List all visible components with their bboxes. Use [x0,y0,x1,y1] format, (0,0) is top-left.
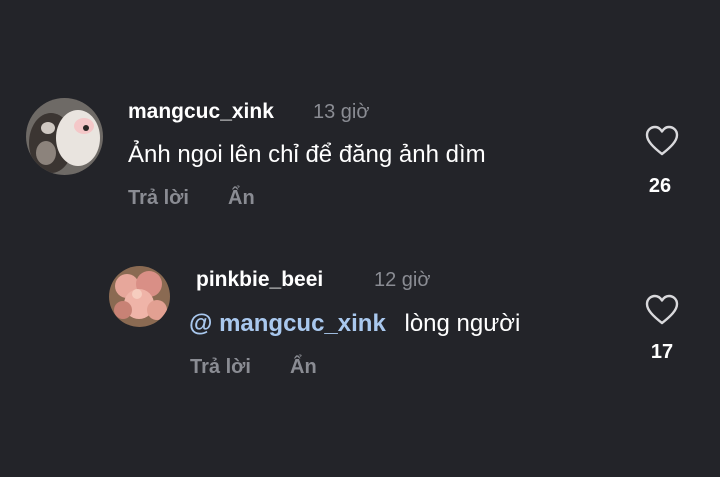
reply-button[interactable]: Trả lời [190,356,251,379]
like-count: 17 [650,341,674,363]
like-button[interactable] [645,125,679,157]
mention-link[interactable]: @ mangcuc_xink [189,310,386,337]
avatar[interactable] [26,98,103,175]
heart-outline-icon [645,294,679,325]
avatar[interactable] [109,266,170,327]
comment-item: mangcuc_xink 13 giờ Ảnh ngoi lên chỉ để … [0,0,720,230]
comment-timestamp: 12 giờ [374,269,431,291]
comment-timestamp: 13 giờ [313,101,370,123]
like-count: 26 [648,175,672,197]
comment-body: lòng người [404,310,521,337]
hide-button[interactable]: Ẩn [290,356,317,379]
comment-text: @ mangcuc_xink lòng người [189,310,520,338]
reply-button[interactable]: Trả lời [128,187,189,210]
comments-thread: mangcuc_xink 13 giờ Ảnh ngoi lên chỉ để … [0,0,720,477]
like-button[interactable] [645,294,679,326]
comment-username[interactable]: pinkbie_beei [196,268,323,292]
heart-outline-icon [645,125,679,156]
hide-button[interactable]: Ẩn [228,187,255,210]
comment-text: Ảnh ngoi lên chỉ để đăng ảnh dìm [128,141,486,168]
reply-item: pinkbie_beei 12 giờ @ mangcuc_xink lòng … [0,230,720,477]
comment-username[interactable]: mangcuc_xink [128,100,274,124]
